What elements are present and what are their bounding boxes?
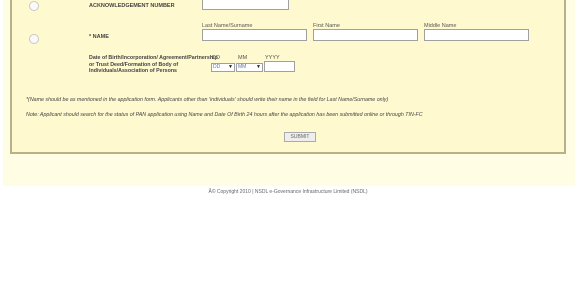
dob-day-select[interactable]: DD ▼ [211,63,235,72]
dob-day-value: DD [213,64,221,70]
dob-year-input[interactable] [264,61,295,72]
middle-name-input[interactable] [424,29,529,41]
ack-number-input[interactable] [202,0,289,10]
dd-header: DD [212,55,220,61]
mm-header: MM [238,55,248,61]
name-note: *(Name should be as mentioned in the app… [26,97,389,103]
name-label: * NAME [89,34,109,40]
form-panel: ACKNOWLEDGEMENT NUMBER Last Name/Surname… [10,0,566,154]
dob-month-select[interactable]: MM ▼ [236,63,263,72]
chevron-down-icon: ▼ [228,64,233,70]
name-radio[interactable] [29,34,39,44]
first-name-input[interactable] [313,29,418,41]
ack-number-radio[interactable] [29,1,39,11]
chevron-down-icon: ▼ [256,64,261,70]
dob-month-value: MM [238,64,247,70]
dob-label: Date of Birth/Incorporation/ Agreement/P… [89,55,218,74]
search-note: Note: Applicant should search for the st… [26,112,423,118]
copyright-footer: Â© Copyright 2010 | NSDL e-Governance In… [208,189,368,195]
last-name-input[interactable] [202,29,307,41]
page-background: ACKNOWLEDGEMENT NUMBER Last Name/Surname… [3,0,575,186]
submit-button[interactable]: SUBMIT [284,132,316,142]
ack-number-label: ACKNOWLEDGEMENT NUMBER [89,3,175,9]
